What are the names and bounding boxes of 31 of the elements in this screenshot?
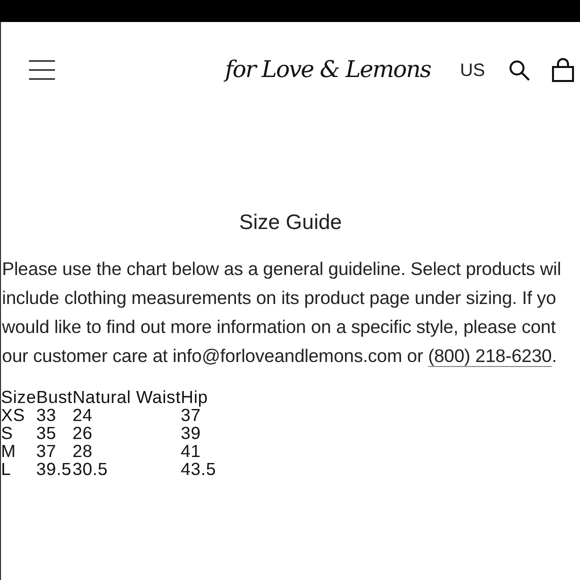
table-cell-text: L <box>1 460 12 478</box>
table-cell-text: 41 <box>180 442 202 460</box>
table-cell-text: XS <box>1 406 26 424</box>
table-cell-text: 37 <box>180 406 201 424</box>
paragraph-line: include clothing measurements on its product page under sizing. If yo <box>1 286 558 310</box>
table-cell-text: 33 <box>36 406 58 424</box>
menu-icon[interactable] <box>29 59 55 81</box>
column-header: Natural Waist <box>72 388 181 406</box>
table-cell-text: 35 <box>36 424 58 442</box>
region-selector[interactable]: US <box>460 60 485 80</box>
table-cell-text: M <box>1 442 17 460</box>
column-header: Hip <box>180 388 209 406</box>
table-cell-text: 39 <box>180 424 202 442</box>
column-header: Bust <box>36 388 72 406</box>
table-cell-text: S <box>1 424 14 442</box>
column-header: Size <box>1 388 36 406</box>
table-cell: 30.5 <box>72 460 181 478</box>
paragraph-line: Please use the chart below as a general guideline. Select products wil <box>1 257 562 281</box>
logo[interactable]: for Love & Lemons <box>225 57 431 83</box>
table-cell: 39.5 <box>36 460 72 478</box>
bag-icon[interactable] <box>552 58 574 82</box>
paragraph-line: would like to find out more information on a specific style, please cont <box>1 315 557 339</box>
search-icon[interactable] <box>509 60 530 80</box>
table-cell: 43.5 <box>180 460 216 478</box>
table-cell-text: 37 <box>36 442 58 460</box>
table-cell: 28 <box>72 442 181 460</box>
table-cell: 26 <box>72 424 181 442</box>
table-cell: 24 <box>72 406 181 424</box>
page-title: Size Guide <box>238 212 343 233</box>
paragraph-line: our customer care at info@forloveandlemons.com or (800) 218-6230. <box>1 344 558 368</box>
phone-link[interactable]: (800) 218-6230 <box>428 345 552 366</box>
